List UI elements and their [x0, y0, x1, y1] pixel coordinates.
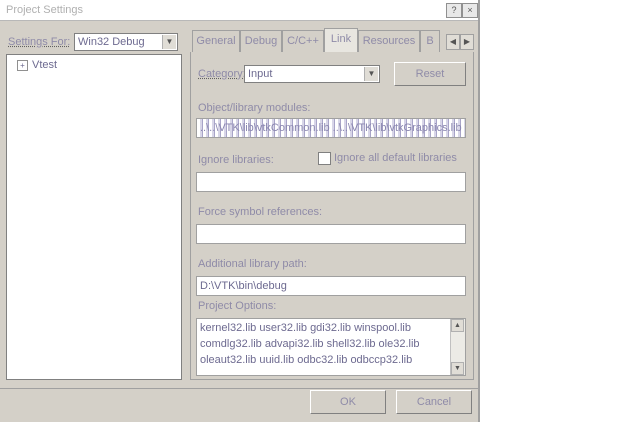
- category-value: Input: [248, 68, 273, 80]
- category-combo[interactable]: Input ▼: [244, 65, 380, 83]
- ignore-default-label: Ignore all default libraries: [334, 152, 457, 164]
- project-tree[interactable]: + Vtest: [6, 54, 182, 380]
- tree-item-vtest[interactable]: + Vtest: [17, 59, 57, 71]
- title-bar: Project Settings ? ×: [0, 0, 478, 21]
- project-settings-dialog: Project Settings ? × Settings For: Win32…: [0, 0, 480, 422]
- tab-scroll-right-icon[interactable]: ▶: [460, 34, 474, 50]
- object-modules-value: ..\..\VTK\lib\vtkCommon.lib ..\..\VTK\li…: [200, 122, 462, 134]
- project-options-scrollbar[interactable]: ▲ ▼: [450, 319, 465, 375]
- force-symbol-field[interactable]: [196, 224, 466, 244]
- window-title: Project Settings: [6, 4, 84, 16]
- tree-item-label: Vtest: [32, 59, 58, 71]
- tab-scroll-left-icon[interactable]: ◀: [446, 34, 460, 50]
- tab-debug[interactable]: Debug: [240, 30, 282, 52]
- chevron-down-icon[interactable]: ▼: [364, 67, 378, 81]
- project-options-line: comdlg32.lib advapi32.lib shell32.lib ol…: [200, 338, 420, 350]
- project-options-label: Project Options:: [198, 300, 277, 312]
- close-button[interactable]: ×: [462, 3, 478, 18]
- additional-path-field[interactable]: D:\VTK\bin\debug: [196, 276, 466, 296]
- reset-button[interactable]: Reset: [394, 62, 466, 86]
- project-options-line: oleaut32.lib uuid.lib odbc32.lib odbccp3…: [200, 354, 413, 366]
- chevron-down-icon[interactable]: ▼: [162, 35, 176, 49]
- object-modules-field[interactable]: ..\..\VTK\lib\vtkCommon.lib ..\..\VTK\li…: [196, 118, 466, 138]
- tab-strip: General Debug C/C++ Link Resources B ◀ ▶: [192, 28, 476, 52]
- help-button[interactable]: ?: [446, 3, 462, 18]
- ok-button[interactable]: OK: [310, 390, 386, 414]
- tab-browse[interactable]: B: [420, 30, 440, 52]
- cancel-button[interactable]: Cancel: [396, 390, 472, 414]
- footer-divider: [0, 388, 478, 389]
- tab-resources[interactable]: Resources: [358, 30, 420, 52]
- ignore-libraries-field[interactable]: [196, 172, 466, 192]
- settings-for-label: Settings For:: [8, 36, 71, 48]
- force-symbol-label: Force symbol references:: [198, 206, 323, 218]
- settings-for-combo[interactable]: Win32 Debug ▼: [74, 33, 178, 51]
- tab-general[interactable]: General: [192, 30, 240, 52]
- additional-path-label: Additional library path:: [198, 258, 307, 270]
- additional-path-value: D:\VTK\bin\debug: [200, 280, 287, 292]
- settings-for-value: Win32 Debug: [78, 36, 145, 48]
- category-label: Category:: [198, 68, 246, 80]
- tab-link[interactable]: Link: [324, 28, 358, 52]
- project-options-textarea[interactable]: kernel32.lib user32.lib gdi32.lib winspo…: [196, 318, 466, 376]
- ignore-default-checkbox[interactable]: [318, 152, 331, 165]
- ignore-libraries-label: Ignore libraries:: [198, 154, 274, 166]
- tab-cpp[interactable]: C/C++: [282, 30, 324, 52]
- object-modules-label: Object/library modules:: [198, 102, 311, 114]
- expand-icon[interactable]: +: [17, 59, 28, 71]
- scroll-down-icon[interactable]: ▼: [451, 362, 464, 375]
- scroll-up-icon[interactable]: ▲: [451, 319, 464, 332]
- project-options-line: kernel32.lib user32.lib gdi32.lib winspo…: [200, 322, 411, 334]
